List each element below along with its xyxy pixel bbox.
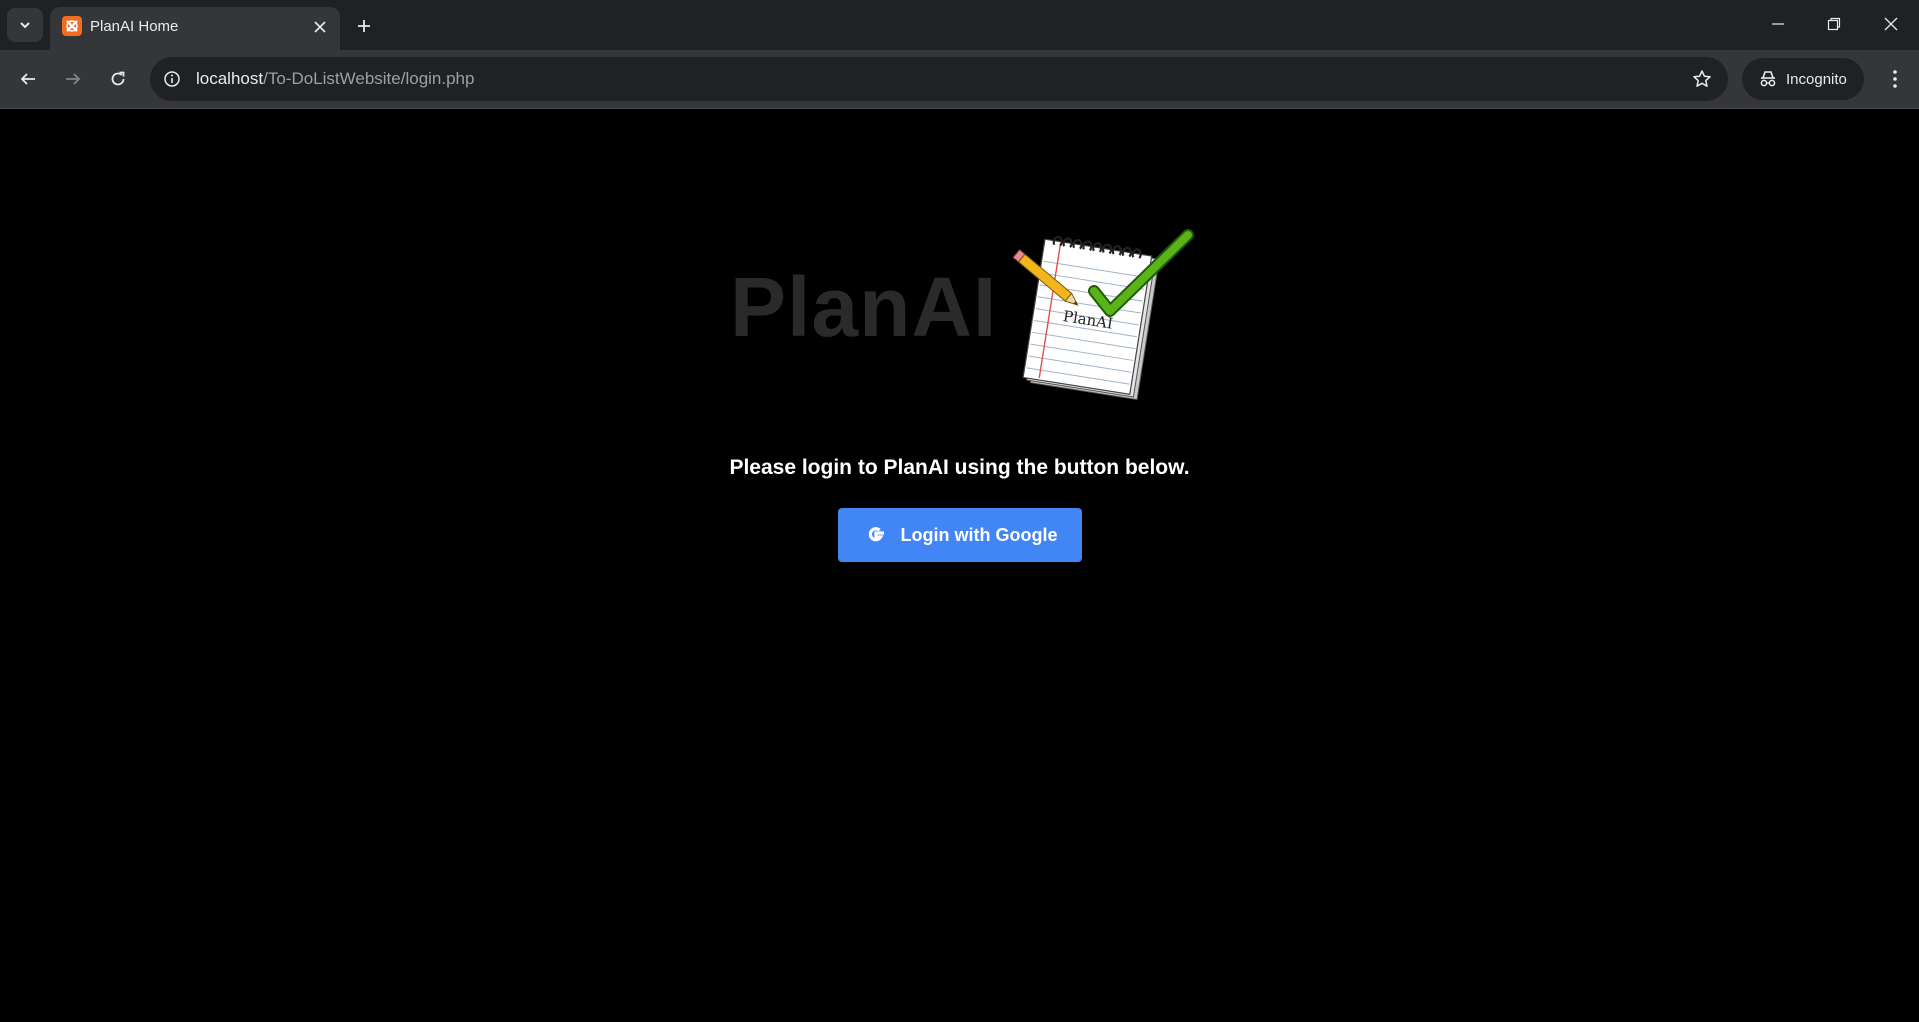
- notepad-logo: PlanAI: [1012, 229, 1194, 401]
- bookmark-star-icon[interactable]: [1690, 67, 1714, 91]
- url-path: /To-DoListWebsite/login.php: [263, 69, 475, 88]
- close-icon: [314, 21, 326, 33]
- minimize-button[interactable]: [1758, 8, 1798, 40]
- reload-button[interactable]: [103, 64, 133, 94]
- reload-icon: [111, 71, 125, 86]
- url-text[interactable]: localhost/To-DoListWebsite/login.php: [196, 69, 474, 89]
- incognito-label: Incognito: [1786, 70, 1847, 88]
- arrow-right-icon: [66, 73, 81, 85]
- tab-search-button[interactable]: [7, 8, 43, 42]
- plus-icon: [358, 20, 370, 32]
- login-prompt: Please login to PlanAI using the button …: [729, 456, 1190, 479]
- address-bar[interactable]: localhost/To-DoListWebsite/login.php: [150, 57, 1728, 101]
- restore-icon: [1827, 17, 1841, 31]
- window-close-button[interactable]: [1871, 8, 1911, 40]
- tab-close-button[interactable]: [310, 17, 330, 37]
- active-tab[interactable]: PlanAI Home: [50, 7, 340, 50]
- back-button[interactable]: [13, 64, 43, 94]
- chevron-down-icon: [20, 22, 30, 29]
- restore-button[interactable]: [1814, 8, 1854, 40]
- login-button-label: Login with Google: [900, 524, 1058, 545]
- browser-menu-button[interactable]: [1880, 64, 1910, 94]
- minimize-icon: [1772, 23, 1784, 25]
- google-g-icon: [863, 522, 889, 548]
- close-icon: [1884, 17, 1898, 31]
- kebab-menu-icon: [1893, 70, 1897, 88]
- tab-title: PlanAI Home: [90, 18, 179, 35]
- incognito-icon: [1760, 71, 1776, 87]
- login-with-google-button[interactable]: Login with Google: [838, 508, 1082, 562]
- browser-toolbar: localhost/To-DoListWebsite/login.php Inc…: [0, 50, 1919, 108]
- arrow-left-icon: [20, 73, 35, 85]
- brand-title: PlanAI: [730, 260, 998, 354]
- tab-strip: PlanAI Home: [0, 0, 1919, 50]
- incognito-badge[interactable]: Incognito: [1742, 58, 1864, 100]
- url-host: localhost: [196, 69, 264, 88]
- xampp-icon: [62, 16, 82, 36]
- forward-button[interactable]: [58, 64, 88, 94]
- page-content: PlanAI PlanAI Please login to PlanAI usi…: [0, 109, 1919, 1022]
- new-tab-button[interactable]: [350, 12, 378, 40]
- site-info-icon[interactable]: [160, 67, 184, 91]
